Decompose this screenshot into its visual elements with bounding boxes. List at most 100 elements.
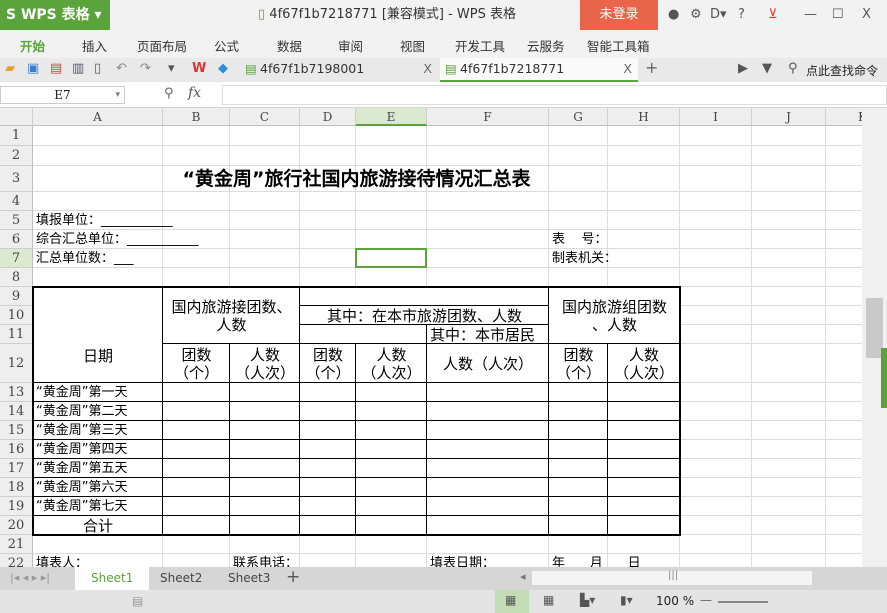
print-preview-icon[interactable]: ▯ xyxy=(94,61,101,76)
zoom-out-icon[interactable]: — xyxy=(700,593,712,607)
name-box[interactable]: E7 ▾ xyxy=(0,86,125,104)
row-header-20[interactable]: 20 xyxy=(0,516,33,535)
row-header-11[interactable]: 11 xyxy=(0,325,33,344)
row-header-4[interactable]: 4 xyxy=(0,192,33,211)
wps-menu-button[interactable]: S WPS 表格 ▾ xyxy=(0,0,110,30)
cell-G6[interactable]: 表 号： xyxy=(549,230,608,249)
row-header-22[interactable]: 22 xyxy=(0,554,33,567)
side-panel-handle[interactable] xyxy=(881,348,887,408)
row-header-13[interactable]: 13 xyxy=(0,383,33,402)
sheet-tab-sheet1[interactable]: Sheet1 xyxy=(75,567,150,590)
document-tab[interactable]: ▤ 4f67f1b7198001 X xyxy=(240,58,438,82)
cell-H12[interactable]: 人数 （人次） xyxy=(608,344,680,383)
command-search[interactable]: 点此查找命令 xyxy=(806,62,878,79)
close-tab-icon[interactable]: X xyxy=(623,58,632,80)
column-header-C[interactable]: C xyxy=(230,108,300,126)
horizontal-scrollbar[interactable]: ||| xyxy=(532,570,812,585)
menu-7[interactable]: 开发工具 xyxy=(455,36,505,55)
spreadsheet-grid[interactable]: ABCDEFGHIJK12345678910111213141516171819… xyxy=(0,108,862,567)
select-all-corner[interactable] xyxy=(0,108,33,126)
vertical-scrollbar[interactable] xyxy=(862,108,887,567)
row-header-7[interactable]: 7 xyxy=(0,249,33,268)
cell-B12[interactable]: 团数 （个） xyxy=(163,344,230,383)
cloud-box-icon[interactable]: ◆ xyxy=(218,61,228,76)
sheet-nav-icons[interactable]: |◂ ◂ ▸ ▸| xyxy=(10,571,50,584)
wps-doc-icon[interactable]: W xyxy=(192,61,206,76)
menu-8[interactable]: 云服务 xyxy=(527,36,565,55)
login-button[interactable]: 未登录 xyxy=(580,0,658,30)
close-icon[interactable]: X xyxy=(862,7,871,22)
column-header-A[interactable]: A xyxy=(33,108,163,126)
menu-3[interactable]: 公式 xyxy=(214,36,239,55)
row-header-8[interactable]: 8 xyxy=(0,268,33,287)
row-header-6[interactable]: 6 xyxy=(0,230,33,249)
column-header-H[interactable]: H xyxy=(608,108,680,126)
row-header-18[interactable]: 18 xyxy=(0,478,33,497)
download-icon[interactable]: ⊻ xyxy=(768,7,778,22)
cell-E12[interactable]: 人数 （人次） xyxy=(356,344,427,383)
cell-A14[interactable]: “黄金周”第二天 xyxy=(33,402,163,421)
menu-0[interactable]: 开始 xyxy=(20,36,45,55)
redo-icon[interactable]: ↷ xyxy=(140,61,151,76)
cell-A13[interactable]: “黄金周”第一天 xyxy=(33,383,163,402)
row-header-14[interactable]: 14 xyxy=(0,402,33,421)
menu-6[interactable]: 视图 xyxy=(400,36,425,55)
row-header-2[interactable]: 2 xyxy=(0,146,33,166)
save-icon[interactable]: ▣ xyxy=(27,61,39,76)
cell-D10-F10[interactable]: 其中：在本市旅游团数、人数 xyxy=(300,306,549,325)
cell-G12[interactable]: 团数 （个） xyxy=(549,344,608,383)
document-tab[interactable]: ▤ 4f67f1b7218771 X xyxy=(440,58,638,82)
fx-icon[interactable]: fx xyxy=(188,85,201,101)
sheet-tab-sheet2[interactable]: Sheet2 xyxy=(144,567,218,590)
row-header-15[interactable]: 15 xyxy=(0,421,33,440)
menu-1[interactable]: 插入 xyxy=(82,36,107,55)
zoom-formula-icon[interactable]: ⚲ xyxy=(164,86,174,101)
cell-A17[interactable]: “黄金周”第五天 xyxy=(33,459,163,478)
column-header-K[interactable]: K xyxy=(826,108,862,126)
cell-A15[interactable]: “黄金周”第三天 xyxy=(33,421,163,440)
cell-C12[interactable]: 人数 （人次） xyxy=(230,344,300,383)
column-header-G[interactable]: G xyxy=(549,108,608,126)
settings-icon[interactable]: ⚙ xyxy=(690,7,702,22)
column-header-E[interactable]: E xyxy=(356,108,427,126)
cell-A6[interactable]: 综合汇总单位：___________ xyxy=(33,230,199,249)
export-pdf-icon[interactable]: ▤ xyxy=(50,61,62,76)
cell-D12[interactable]: 团数 （个） xyxy=(300,344,356,383)
print-icon[interactable]: ▥ xyxy=(72,61,84,76)
row-header-3[interactable]: 3 xyxy=(0,166,33,192)
cell-A18[interactable]: “黄金周”第六天 xyxy=(33,478,163,497)
chevron-down-icon[interactable]: ▾ xyxy=(115,87,120,103)
cell-G22[interactable]: 年 月 日 xyxy=(549,554,641,567)
cell-G7[interactable]: 制表机关： xyxy=(549,249,617,268)
open-icon[interactable]: ▰ xyxy=(5,61,15,76)
new-tab-icon[interactable]: + xyxy=(645,58,658,77)
zoom-slider[interactable] xyxy=(718,601,768,603)
row-header-5[interactable]: 5 xyxy=(0,211,33,230)
formula-input[interactable] xyxy=(222,85,887,105)
row-header-19[interactable]: 19 xyxy=(0,497,33,516)
cell-A16[interactable]: “黄金周”第四天 xyxy=(33,440,163,459)
feedback-icon[interactable]: D▾ xyxy=(710,7,727,22)
cell-A22[interactable]: 填表人： xyxy=(33,554,163,567)
undo-icon[interactable]: ↶ xyxy=(116,61,127,76)
cell-A9-A12[interactable]: 日期 xyxy=(33,287,163,383)
menu-9[interactable]: 智能工具箱 xyxy=(587,36,650,55)
maximize-icon[interactable]: ☐ xyxy=(832,7,844,22)
more-dropdown-icon[interactable]: ▾ xyxy=(168,61,175,76)
row-header-21[interactable]: 21 xyxy=(0,535,33,554)
screen-icon[interactable]: ▶ xyxy=(738,61,748,76)
cell-A5[interactable]: 填报单位：___________ xyxy=(33,211,173,230)
cell-C22[interactable]: 联系电话： xyxy=(230,554,300,567)
column-header-D[interactable]: D xyxy=(300,108,356,126)
cell-A20[interactable]: 合计 xyxy=(33,516,163,535)
column-header-J[interactable]: J xyxy=(752,108,826,126)
row-header-9[interactable]: 9 xyxy=(0,287,33,306)
row-header-1[interactable]: 1 xyxy=(0,126,33,146)
column-header-B[interactable]: B xyxy=(163,108,230,126)
minimize-icon[interactable]: — xyxy=(804,7,817,22)
column-header-F[interactable]: F xyxy=(427,108,549,126)
normal-view-button[interactable]: ▦ xyxy=(495,590,529,613)
menu-4[interactable]: 数据 xyxy=(277,36,302,55)
page-layout-icon[interactable]: ▙▾ xyxy=(580,593,595,607)
cell-F12[interactable]: 人数（人次） xyxy=(427,344,549,383)
